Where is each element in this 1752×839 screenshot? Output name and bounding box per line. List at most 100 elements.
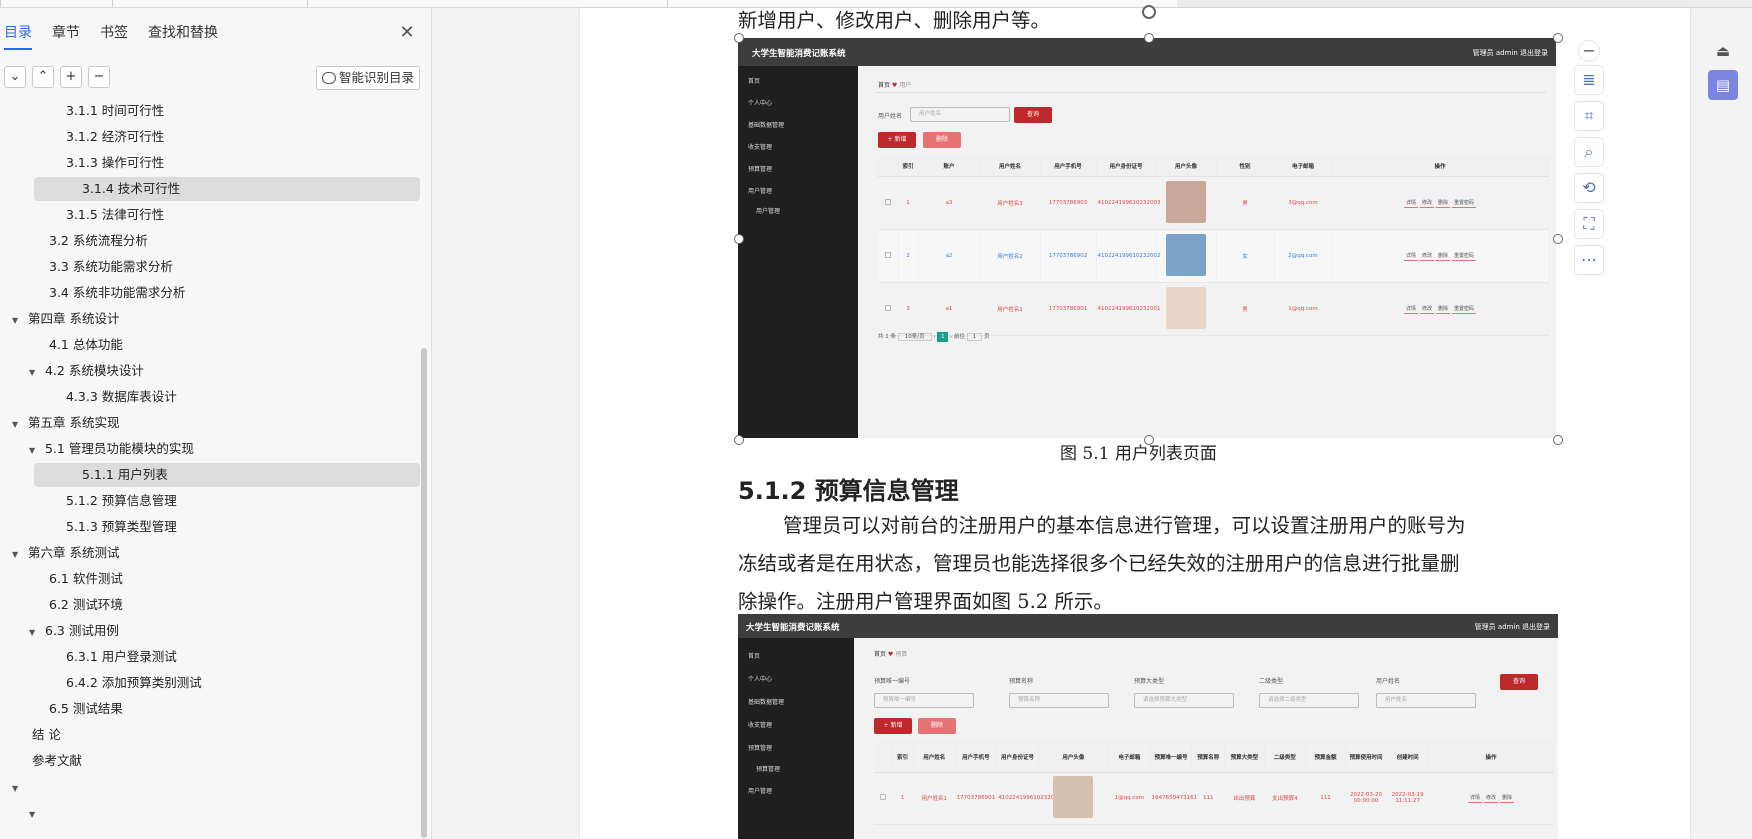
column-header[interactable]: 用户头像 [1038,742,1110,773]
toc-item[interactable]: 3.1.4 技术可行性 [34,177,420,201]
toc-item[interactable]: ▼ 4.2 系统模块设计 [29,359,144,383]
app-menu-item[interactable]: 用户管理 [748,786,772,795]
toc-item[interactable]: 6.3.1 用户登录测试 [50,645,177,669]
column-header[interactable]: 预算金额 [1305,742,1346,773]
toc-item[interactable]: ▼ 第五章 系统实现 [12,411,119,435]
filter-input[interactable]: 预算唯一编号 [874,693,974,708]
filter-input[interactable]: 请选择预算大类型 [1134,693,1234,708]
action-delete-button[interactable]: 删除 [1436,251,1451,261]
action-detail-button[interactable]: 详情 [1467,793,1482,803]
breadcrumb-home[interactable]: 首页 [874,651,886,658]
extract-text-icon[interactable]: ⛶ [1574,209,1604,239]
goto-input[interactable]: 1 [966,333,983,341]
toc-item[interactable]: ▼ [12,775,28,799]
app-menu-item[interactable]: 预算管理 [756,764,780,773]
close-icon[interactable]: ✕ [398,24,416,42]
column-header[interactable]: 创建时间 [1386,742,1429,773]
column-header[interactable] [878,156,899,177]
rotate-handle-icon[interactable] [1142,5,1156,19]
delete-button[interactable]: 删除 [918,718,956,734]
app-menu-item[interactable]: 基础数据管理 [748,120,784,129]
toc-item[interactable]: ▼ 第四章 系统设计 [12,307,119,331]
plus-icon[interactable]: + [60,66,82,88]
delete-button[interactable]: 删除 [923,132,961,148]
app-menu-item[interactable]: 个人中心 [748,674,772,683]
column-header[interactable]: 电子邮箱 [1108,742,1151,773]
app-menu-item[interactable]: 收支管理 [748,720,772,729]
expand-triangle-icon[interactable]: ▼ [12,543,22,567]
expand-triangle-icon[interactable]: ▼ [29,803,39,827]
toc-item[interactable]: 3.1.5 法律可行性 [50,203,164,227]
column-header[interactable]: 账户 [918,156,981,177]
toc-item[interactable]: 结 论 [16,723,61,747]
filter-input[interactable]: 请选择二级类型 [1259,693,1359,708]
action-detail-button[interactable]: 详情 [1403,304,1418,314]
app-menu-item[interactable]: 预算管理 [748,743,772,752]
column-header[interactable]: 二级类型 [1264,742,1307,773]
column-header[interactable]: 预算名称 [1191,742,1226,773]
action-reset-password-button[interactable]: 重置密码 [1452,198,1477,208]
tab-find-replace[interactable]: 查找和替换 [148,22,218,50]
replace-image-icon[interactable]: ⟲ [1574,173,1604,203]
toc-item[interactable]: 6.1 软件测试 [33,567,123,591]
row-checkbox-cell[interactable] [878,229,899,283]
toc-item[interactable]: ▼ 第六章 系统测试 [12,541,119,565]
column-header[interactable]: 索引 [891,742,914,773]
app-menu-item[interactable]: 用户管理 [748,186,772,195]
document-assistant-icon[interactable]: ▤ [1708,70,1738,100]
column-header[interactable]: 预算唯一编号 [1150,742,1193,773]
app-menu-item[interactable]: 首页 [748,76,760,85]
add-button[interactable]: + 新增 [874,718,912,734]
crop-icon[interactable]: ⌗ [1574,101,1604,131]
action-edit-button[interactable]: 修改 [1483,793,1498,803]
expand-triangle-icon[interactable]: ▼ [12,413,22,437]
toc-scrollbar[interactable] [421,348,427,838]
action-detail-button[interactable]: 详情 [1403,198,1418,208]
filter-input[interactable]: 预算名称 [1009,693,1109,708]
figure-user-list[interactable]: 大学生智能消费记账系统 管理员 admin 退出登录 首页 个人中心 基础数据管理 收支管… [738,38,1556,438]
toc-item[interactable]: 参考文献 [16,749,82,773]
row-checkbox[interactable] [884,304,891,311]
expand-triangle-icon[interactable]: ▼ [29,439,39,463]
resize-handle[interactable] [1144,435,1154,445]
column-header[interactable]: 预算使用时间 [1345,742,1388,773]
toc-item[interactable]: 3.3 系统功能需求分析 [33,255,173,279]
app-menu-item[interactable]: 收支管理 [748,142,772,151]
column-header[interactable]: 用户手机号 [1040,156,1097,177]
page-size-select[interactable]: 10条/页 [897,333,932,341]
toc-item[interactable]: ▼ 5.1 管理员功能模块的实现 [29,437,194,461]
toc-item[interactable]: 4.3.3 数据库表设计 [50,385,177,409]
filter-input[interactable]: 用户姓名 [1376,693,1476,708]
table-row[interactable]: 3 a1 用户姓名1 17703786901 410224199610232001 男 1@… [878,282,1549,336]
column-header[interactable] [874,742,893,773]
action-detail-button[interactable]: 详情 [1403,251,1418,261]
chevron-down-icon[interactable]: ⌄ [4,66,26,88]
row-checkbox-cell[interactable] [874,772,893,825]
column-header[interactable]: 用户身份证号 [1096,156,1157,177]
resize-handle[interactable] [734,435,744,445]
toc-item[interactable]: 5.1.1 用户列表 [34,463,420,487]
action-edit-button[interactable]: 修改 [1419,198,1434,208]
expand-triangle-icon[interactable]: ▼ [29,361,39,385]
row-checkbox-cell[interactable] [878,176,899,230]
column-header[interactable]: 用户手机号 [955,742,998,773]
toc-item[interactable]: 3.4 系统非功能需求分析 [33,281,185,305]
search-input[interactable]: 用户姓名 [910,107,1010,122]
column-header[interactable]: 用户姓名 [913,742,956,773]
minus-icon[interactable]: − [88,66,110,88]
column-header[interactable]: 预算大类型 [1224,742,1265,773]
table-row[interactable]: 1 a3 用户姓名3 17703786903 410224199610232003 男 3@… [878,176,1549,230]
resize-handle[interactable] [734,33,744,43]
toc-item[interactable]: 6.2 测试环境 [33,593,123,617]
resize-handle[interactable] [1553,234,1563,244]
tab-chapters[interactable]: 章节 [52,22,80,50]
toc-item[interactable]: 6.5 测试结果 [33,697,123,721]
figure-budget-list[interactable]: 大学生智能消费记账系统 管理员 admin 退出登录 首页 个人中心 基础数据管理 收支管… [738,614,1558,839]
toc-item[interactable]: 3.1.3 操作可行性 [50,151,164,175]
expand-triangle-icon[interactable]: ▼ [12,309,22,333]
action-delete-button[interactable]: 删除 [1436,198,1451,208]
action-delete-button[interactable]: 删除 [1436,304,1451,314]
tab-toc[interactable]: 目录 [4,22,32,50]
expand-triangle-icon[interactable]: ▼ [12,777,22,801]
tab-bookmarks[interactable]: 书签 [100,22,128,50]
